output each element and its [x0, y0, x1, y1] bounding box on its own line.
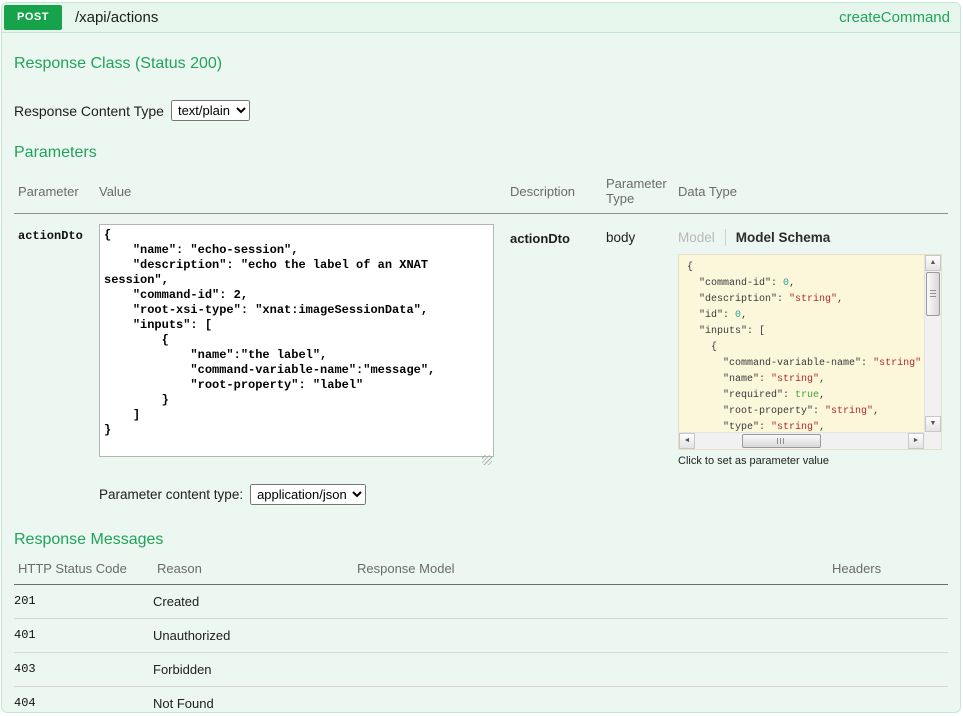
operation-nickname-link[interactable]: createCommand: [839, 9, 950, 26]
response-model-cell: [353, 696, 828, 711]
operation-content: Response Class (Status 200) Response Con…: [2, 33, 960, 713]
api-operation-panel: POST /xapi/actions createCommand Respons…: [1, 2, 961, 713]
http-method-badge[interactable]: POST: [4, 5, 62, 30]
scroll-left-icon[interactable]: ◄: [679, 433, 695, 449]
parameter-value-cell: [99, 224, 494, 467]
status-code-cell: 201: [14, 594, 153, 609]
response-class-heading: Response Class (Status 200): [14, 33, 948, 73]
status-code-cell: 401: [14, 628, 153, 643]
model-schema-json[interactable]: { "command-id": 0, "description": "strin…: [679, 255, 924, 432]
scrollbar-corner: [924, 432, 941, 449]
col-parameter: Parameter: [18, 184, 99, 199]
scroll-up-icon[interactable]: ▲: [925, 255, 941, 271]
response-row: 404Not Found: [14, 687, 948, 713]
response-model-cell: [353, 628, 828, 643]
parameters-table-header: Parameter Value Description Parameter Ty…: [14, 176, 948, 214]
col-value: Value: [99, 184, 510, 199]
tab-divider: [725, 229, 726, 246]
schema-horizontal-scrollbar[interactable]: ◄ ►: [679, 432, 924, 449]
response-content-type-label: Response Content Type: [14, 103, 164, 119]
textarea-resize-handle-icon[interactable]: [482, 455, 492, 465]
endpoint-path-link[interactable]: /xapi/actions: [75, 9, 158, 26]
col-parameter-type: Parameter Type: [606, 176, 678, 206]
response-row: 201Created: [14, 585, 948, 619]
headers-cell: [828, 594, 948, 609]
scroll-right-icon[interactable]: ►: [908, 433, 924, 449]
response-messages-heading: Response Messages: [14, 505, 948, 549]
parameter-type-value: body: [606, 224, 678, 467]
parameter-description: actionDto: [510, 224, 606, 467]
response-row: 401Unauthorized: [14, 619, 948, 653]
response-model-cell: [353, 594, 828, 609]
schema-vertical-scrollbar[interactable]: ▲ ▼: [924, 255, 941, 432]
col-headers: Headers: [832, 561, 948, 576]
col-reason: Reason: [157, 561, 357, 576]
operation-heading: POST /xapi/actions createCommand: [2, 3, 960, 33]
parameter-content-type-select[interactable]: application/json: [250, 484, 366, 505]
col-description: Description: [510, 184, 606, 199]
scroll-down-icon[interactable]: ▼: [925, 416, 941, 432]
parameter-name: actionDto: [18, 224, 99, 467]
parameter-content-type-label: Parameter content type:: [99, 487, 243, 502]
parameters-heading: Parameters: [14, 121, 948, 162]
horizontal-scroll-track[interactable]: [695, 433, 908, 449]
reason-cell: Created: [153, 594, 353, 609]
response-messages-table-header: HTTP Status Code Reason Response Model H…: [14, 561, 948, 585]
headers-cell: [828, 628, 948, 643]
parameter-row: actionDto actionDto body Model Model Sch…: [14, 214, 948, 467]
schema-caption: Click to set as parameter value: [678, 455, 948, 467]
col-data-type: Data Type: [678, 184, 948, 199]
col-response-model: Response Model: [357, 561, 832, 576]
response-model-cell: [353, 662, 828, 677]
model-schema-snippet[interactable]: { "command-id": 0, "description": "strin…: [678, 254, 942, 450]
col-http-status-code: HTTP Status Code: [18, 561, 157, 576]
vertical-scroll-thumb[interactable]: [926, 272, 940, 316]
reason-cell: Not Found: [153, 696, 353, 711]
parameter-content-type-row: Parameter content type: application/json: [99, 484, 948, 505]
status-code-cell: 404: [14, 696, 153, 711]
tab-model-schema[interactable]: Model Schema: [736, 230, 831, 245]
response-rows: 201Created401Unauthorized403Forbidden404…: [14, 585, 948, 713]
response-row: 403Forbidden: [14, 653, 948, 687]
response-content-type-row: Response Content Type text/plain: [14, 100, 948, 121]
param-value-textarea[interactable]: [99, 224, 494, 457]
model-tabs: Model Model Schema: [678, 224, 948, 246]
response-content-type-select[interactable]: text/plain: [171, 100, 250, 121]
headers-cell: [828, 662, 948, 677]
data-type-cell: Model Model Schema { "command-id": 0, "d…: [678, 224, 948, 467]
status-code-cell: 403: [14, 662, 153, 677]
tab-model[interactable]: Model: [678, 230, 715, 245]
reason-cell: Unauthorized: [153, 628, 353, 643]
horizontal-scroll-thumb[interactable]: [742, 434, 821, 448]
reason-cell: Forbidden: [153, 662, 353, 677]
headers-cell: [828, 696, 948, 711]
